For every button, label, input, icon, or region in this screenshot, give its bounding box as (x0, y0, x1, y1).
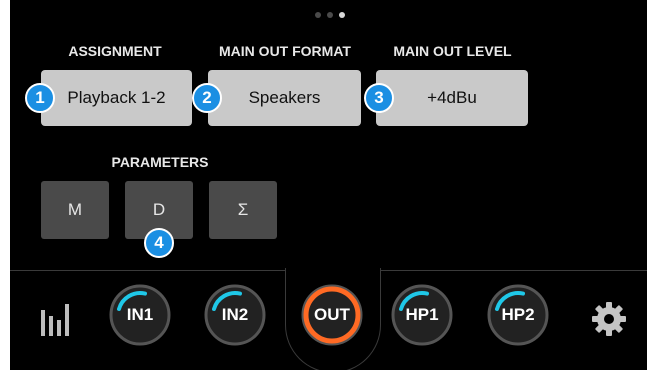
level-value: +4dBu (427, 88, 477, 107)
gear-icon[interactable] (590, 300, 628, 343)
main-out-level-header: MAIN OUT LEVEL (393, 43, 512, 59)
knob-hp1[interactable]: HP1 (390, 283, 454, 347)
callout-marker-3: 3 (364, 83, 394, 113)
knob-hp2[interactable]: HP2 (486, 283, 550, 347)
callout-marker-1: 1 (25, 83, 55, 113)
assignment-button[interactable]: Playback 1-2 (41, 70, 192, 126)
knob-label: HP2 (501, 305, 535, 324)
knob-in1[interactable]: IN1 (108, 283, 172, 347)
page-indicator[interactable] (315, 12, 345, 18)
parameter-sigma-button[interactable]: Σ (209, 181, 277, 239)
page-dot-1[interactable] (315, 12, 321, 18)
page-dot-3[interactable] (339, 12, 345, 18)
assignment-value: Playback 1-2 (67, 88, 166, 107)
callout-marker-2: 2 (192, 83, 222, 113)
parameters-header: PARAMETERS (111, 154, 209, 170)
parameter-m-button[interactable]: M (41, 181, 109, 239)
knob-out[interactable]: OUT (300, 283, 364, 347)
knob-label: IN2 (221, 305, 249, 324)
callout-marker-4: 4 (144, 228, 174, 258)
assignment-header: ASSIGNMENT (68, 43, 162, 59)
format-value: Speakers (248, 88, 321, 107)
main-out-format-button[interactable]: Speakers (208, 70, 361, 126)
knob-label: OUT (314, 305, 350, 324)
page-dot-2[interactable] (327, 12, 333, 18)
knob-label: HP1 (405, 305, 439, 324)
main-out-format-header: MAIN OUT FORMAT (219, 43, 351, 59)
main-out-level-button[interactable]: +4dBu (376, 70, 528, 126)
device-screen: ASSIGNMENT MAIN OUT FORMAT MAIN OUT LEVE… (10, 0, 647, 370)
meters-icon[interactable] (40, 300, 74, 341)
knob-label: IN1 (126, 305, 154, 324)
knob-in2[interactable]: IN2 (203, 283, 267, 347)
